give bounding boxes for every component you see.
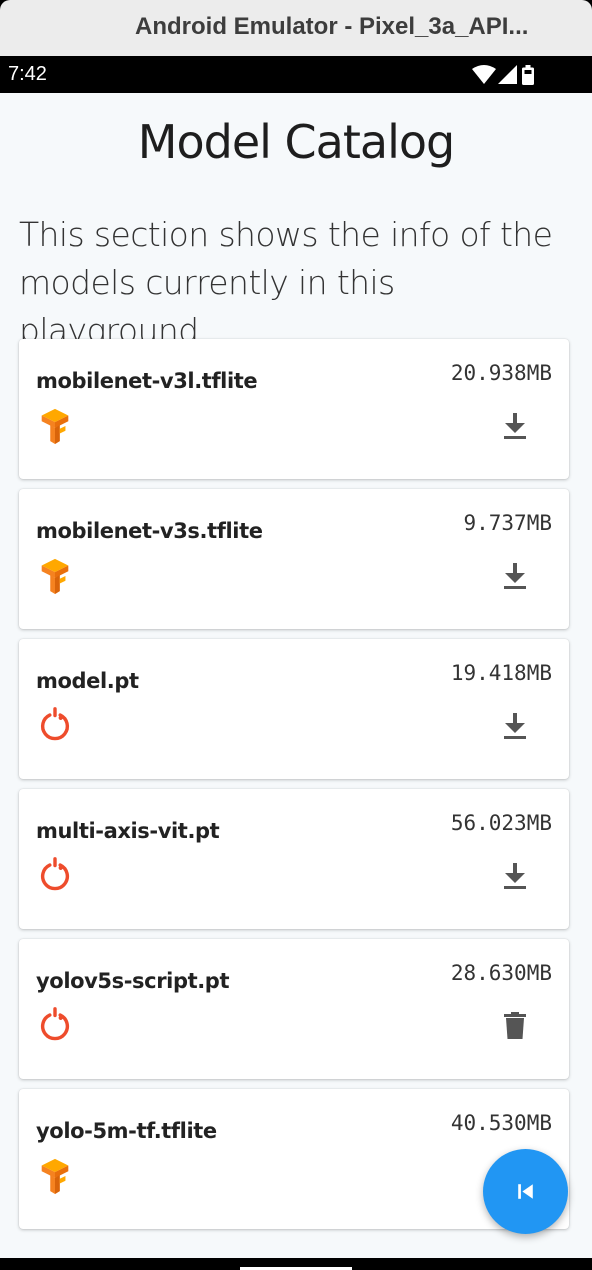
model-name: mobilenet-v3l.tflite [36, 369, 258, 393]
download-button[interactable] [501, 411, 529, 441]
page-title: Model Catalog [137, 115, 455, 169]
battery-icon [522, 65, 534, 85]
pytorch-icon [40, 1007, 70, 1041]
page-description: This section shows the info of the model… [19, 215, 553, 350]
download-button[interactable] [501, 861, 529, 891]
pytorch-icon [40, 857, 70, 891]
framework-badge [36, 705, 74, 745]
window-title: Android Emulator - Pixel_3a_API... [135, 13, 529, 40]
model-card[interactable]: mobilenet-v3s.tflite 9.737MB [19, 489, 569, 629]
model-card[interactable]: mobilenet-v3l.tflite 20.938MB [19, 339, 569, 479]
framework-badge [36, 855, 74, 895]
model-size: 28.630MB [450, 961, 552, 985]
download-icon [504, 713, 526, 739]
framework-badge [36, 555, 74, 595]
tensorflow-lite-icon [41, 558, 69, 594]
download-icon [504, 863, 526, 889]
navigation-bar [0, 1258, 592, 1270]
model-size: 56.023MB [450, 811, 552, 835]
delete-button[interactable] [501, 1011, 529, 1041]
wifi-icon [472, 65, 496, 84]
tensorflow-lite-icon [41, 408, 69, 444]
model-size: 20.938MB [450, 361, 552, 385]
download-button[interactable] [501, 561, 529, 591]
emulator-title-bar: Android Emulator - Pixel_3a_API... [0, 0, 592, 56]
status-bar: 7:42 [0, 56, 592, 93]
pytorch-icon [40, 707, 70, 741]
model-name: multi-axis-vit.pt [36, 819, 220, 843]
model-size: 9.737MB [463, 511, 552, 535]
framework-badge [36, 405, 74, 445]
tensorflow-lite-icon [41, 1158, 69, 1194]
model-size: 40.530MB [450, 1111, 552, 1135]
signal-icon [498, 65, 517, 84]
skip-previous-button[interactable] [483, 1149, 568, 1234]
model-name: yolov5s-script.pt [36, 969, 230, 993]
download-button[interactable] [501, 711, 529, 741]
framework-badge [36, 1005, 74, 1045]
skip-previous-icon [518, 1184, 533, 1199]
model-size: 19.418MB [450, 661, 552, 685]
download-icon [504, 413, 526, 439]
status-time: 7:42 [8, 63, 47, 85]
model-name: yolo-5m-tf.tflite [36, 1119, 217, 1143]
model-card[interactable]: multi-axis-vit.pt 56.023MB [19, 789, 569, 929]
model-card[interactable]: yolov5s-script.pt 28.630MB [19, 939, 569, 1079]
app-screen: Model Catalog This section shows the inf… [0, 93, 592, 1258]
model-card[interactable]: model.pt 19.418MB [19, 639, 569, 779]
framework-badge [36, 1155, 74, 1195]
model-name: mobilenet-v3s.tflite [36, 519, 263, 543]
download-icon [504, 563, 526, 589]
model-name: model.pt [36, 669, 139, 693]
trash-icon [504, 1012, 526, 1039]
